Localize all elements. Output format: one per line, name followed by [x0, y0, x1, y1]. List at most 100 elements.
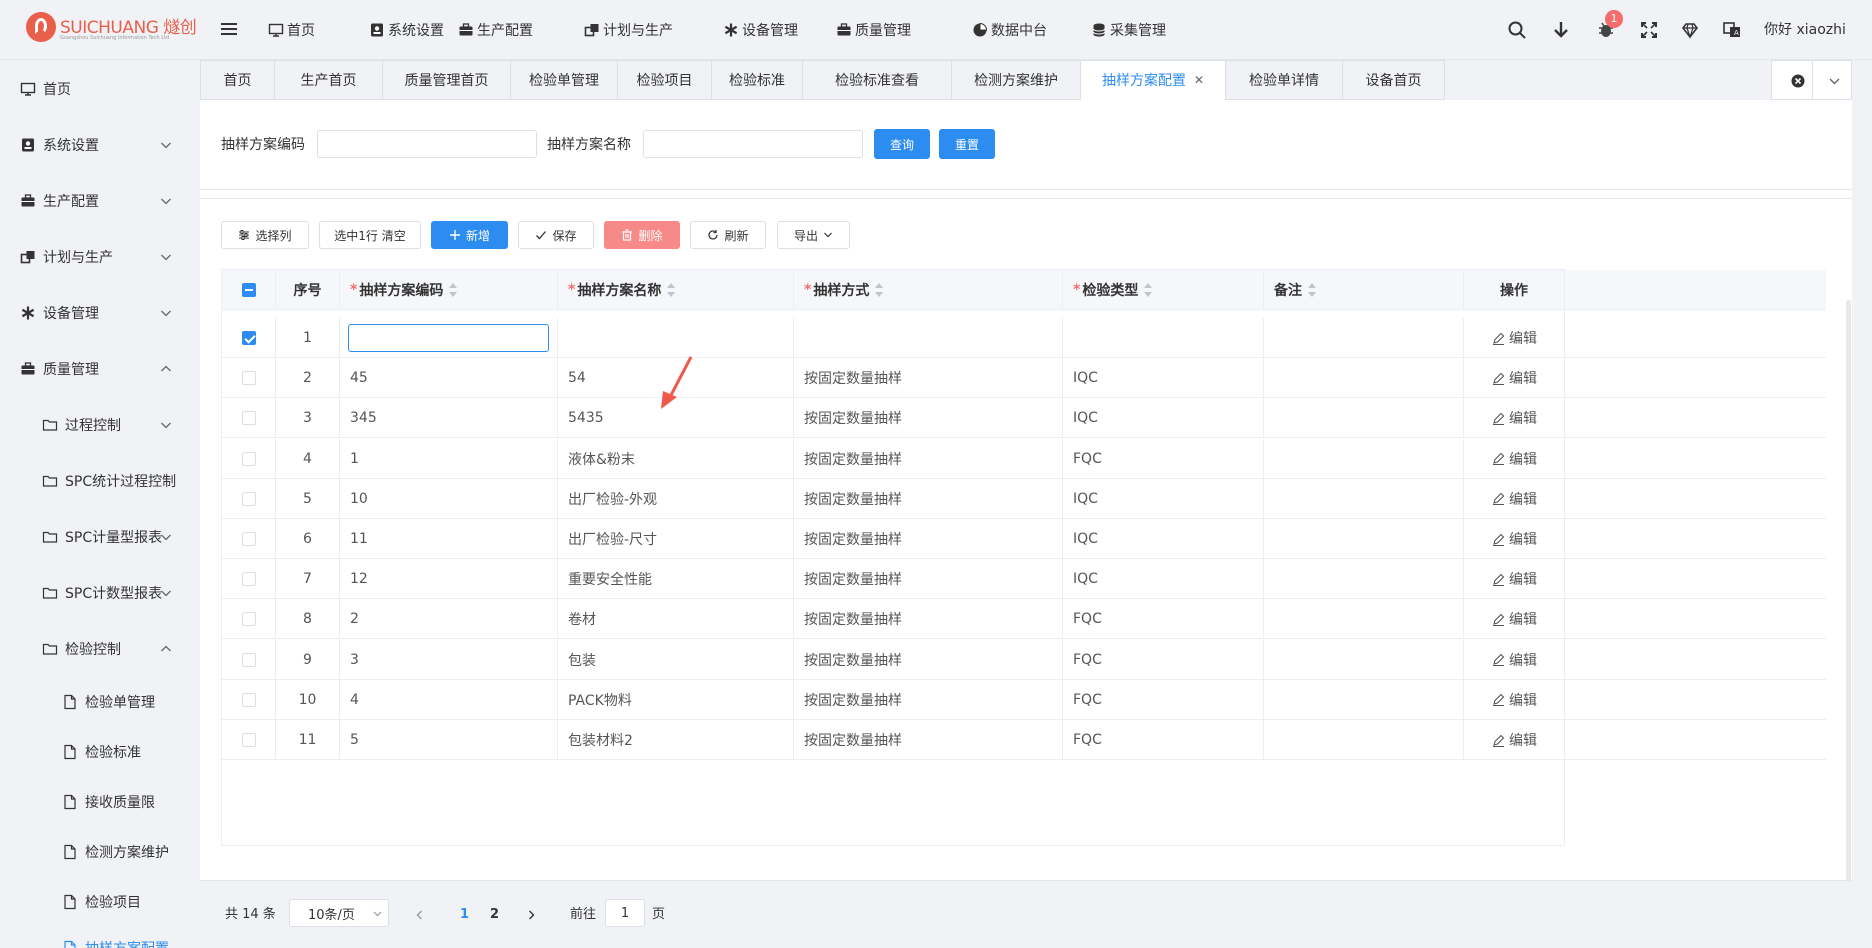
sidebar-item[interactable]: 生产配置: [0, 176, 200, 226]
hamburger-menu-icon[interactable]: [220, 20, 238, 38]
sidebar-item[interactable]: SPC统计过程控制: [0, 456, 200, 506]
tab[interactable]: 检验单详情: [1225, 60, 1342, 100]
topnav-item[interactable]: 数据中台: [972, 20, 1047, 40]
sidebar-item[interactable]: 质量管理: [0, 344, 200, 394]
add-button[interactable]: 新增: [431, 221, 508, 249]
topnav-item[interactable]: 质量管理: [836, 20, 911, 40]
edit-link[interactable]: 编辑: [1492, 489, 1537, 509]
tab[interactable]: 首页: [200, 60, 274, 100]
tab-actions[interactable]: [1771, 60, 1852, 100]
edit-link[interactable]: 编辑: [1492, 690, 1537, 710]
tab[interactable]: 质量管理首页: [382, 60, 510, 100]
table-row[interactable]: 6 11 出厂检验-尺寸 按固定数量抽样 IQC 编辑: [222, 519, 1826, 559]
tab[interactable]: 检验标准查看: [802, 60, 951, 100]
topnav-item[interactable]: 设备管理: [723, 20, 798, 40]
topnav-item[interactable]: 生产配置: [458, 20, 533, 40]
row-checkbox[interactable]: [241, 652, 256, 667]
table-row[interactable]: 4 1 液体&粉末 按固定数量抽样 FQC 编辑: [222, 438, 1826, 479]
edit-link[interactable]: 编辑: [1492, 368, 1537, 388]
user-greeting[interactable]: 你好 xiaozhi: [1764, 20, 1846, 40]
table-row[interactable]: 5 10 出厂检验-外观 按固定数量抽样 IQC 编辑: [222, 478, 1826, 519]
close-circle-icon[interactable]: [1791, 74, 1805, 88]
query-button[interactable]: 查询: [874, 129, 930, 159]
edit-link[interactable]: 编辑: [1492, 328, 1537, 348]
diamond-icon[interactable]: [1680, 20, 1700, 40]
page-size-select[interactable]: 10条/页: [289, 899, 389, 927]
next-page-icon[interactable]: [526, 910, 536, 920]
reset-button[interactable]: 重置: [939, 129, 995, 159]
topnav-item[interactable]: 系统设置: [369, 20, 444, 40]
sort-icon[interactable]: [449, 283, 458, 297]
sidebar-item[interactable]: SPC计量型报表: [0, 512, 200, 562]
tab[interactable]: 生产首页: [274, 60, 382, 100]
row-checkbox[interactable]: [241, 572, 256, 587]
sidebar-item[interactable]: 检验单管理: [0, 677, 200, 727]
table-row[interactable]: 7 12 重要安全性能 按固定数量抽样 IQC 编辑: [222, 559, 1826, 600]
row-checkbox[interactable]: [241, 411, 256, 426]
code-search-input[interactable]: [317, 130, 537, 158]
refresh-button[interactable]: 刷新: [690, 221, 766, 249]
page-number[interactable]: 1: [460, 905, 469, 925]
sort-icon[interactable]: [1308, 283, 1317, 297]
sidebar-item[interactable]: 检测方案维护: [0, 827, 200, 877]
sort-icon[interactable]: [875, 283, 884, 297]
table-row[interactable]: 2 45 54 按固定数量抽样 IQC 编辑: [222, 358, 1826, 399]
row-checkbox[interactable]: [241, 331, 256, 345]
edit-link[interactable]: 编辑: [1492, 408, 1537, 428]
topnav-item[interactable]: 采集管理: [1091, 20, 1166, 40]
delete-button[interactable]: 删除: [604, 221, 680, 249]
row-checkbox[interactable]: [241, 733, 256, 747]
sidebar-item[interactable]: 接收质量限: [0, 777, 200, 827]
sidebar-item[interactable]: 设备管理: [0, 288, 200, 338]
sidebar-item[interactable]: 检验项目: [0, 877, 200, 927]
sidebar-item[interactable]: 检验标准: [0, 727, 200, 777]
translate-icon[interactable]: A: [1722, 20, 1742, 40]
table-row[interactable]: 9 3 包装 按固定数量抽样 FQC 编辑: [222, 639, 1826, 680]
tab[interactable]: 检验单管理: [510, 60, 617, 100]
code-edit-input[interactable]: [348, 324, 549, 352]
download-arrow-icon[interactable]: [1551, 20, 1571, 40]
row-checkbox[interactable]: [241, 692, 256, 707]
edit-link[interactable]: 编辑: [1492, 609, 1537, 629]
table-row[interactable]: 1 编辑: [222, 318, 1826, 358]
topnav-item[interactable]: 首页: [268, 20, 315, 40]
export-dropdown-button[interactable]: 导出: [777, 221, 850, 249]
prev-page-icon[interactable]: [415, 910, 425, 920]
tab[interactable]: 抽样方案配置 ✕: [1080, 60, 1225, 100]
save-button[interactable]: 保存: [518, 221, 594, 249]
clear-selection-button[interactable]: 选中1行 清空: [319, 221, 421, 249]
close-icon[interactable]: ✕: [1194, 73, 1204, 87]
tab[interactable]: 检测方案维护: [951, 60, 1080, 100]
page-number[interactable]: 2: [490, 905, 499, 925]
sidebar-item[interactable]: 系统设置: [0, 120, 200, 170]
edit-link[interactable]: 编辑: [1492, 449, 1537, 469]
fullscreen-icon[interactable]: [1639, 20, 1659, 40]
tab[interactable]: 检验标准: [711, 60, 802, 100]
row-checkbox[interactable]: [241, 371, 256, 386]
row-checkbox[interactable]: [241, 532, 256, 546]
sort-icon[interactable]: [667, 283, 676, 297]
sidebar-item[interactable]: SPC计数型报表: [0, 568, 200, 618]
vertical-scrollbar[interactable]: [1846, 300, 1851, 904]
sidebar-item[interactable]: 抽样方案配置: [0, 923, 200, 948]
edit-link[interactable]: 编辑: [1492, 529, 1537, 549]
name-search-input[interactable]: [643, 130, 863, 158]
sidebar-item[interactable]: 首页: [0, 64, 200, 114]
tab[interactable]: 检验项目: [617, 60, 711, 100]
tab[interactable]: 设备首页: [1342, 60, 1445, 100]
sidebar-item[interactable]: 过程控制: [0, 400, 200, 450]
row-checkbox[interactable]: [241, 451, 256, 466]
sidebar-item[interactable]: 检验控制: [0, 624, 200, 674]
table-row[interactable]: 10 4 PACK物料 按固定数量抽样 FQC 编辑: [222, 679, 1826, 720]
select-all-checkbox[interactable]: [241, 283, 256, 297]
table-row[interactable]: 3 345 5435 按固定数量抽样 IQC 编辑: [222, 398, 1826, 439]
row-checkbox[interactable]: [241, 491, 256, 506]
sidebar-item[interactable]: 计划与生产: [0, 232, 200, 282]
select-columns-button[interactable]: 选择列: [221, 221, 309, 249]
goto-page-input[interactable]: 1: [605, 899, 645, 927]
chevron-down-icon[interactable]: [1829, 76, 1840, 86]
edit-link[interactable]: 编辑: [1492, 730, 1537, 750]
edit-link[interactable]: 编辑: [1492, 569, 1537, 589]
sort-icon[interactable]: [1144, 283, 1153, 297]
edit-link[interactable]: 编辑: [1492, 650, 1537, 670]
